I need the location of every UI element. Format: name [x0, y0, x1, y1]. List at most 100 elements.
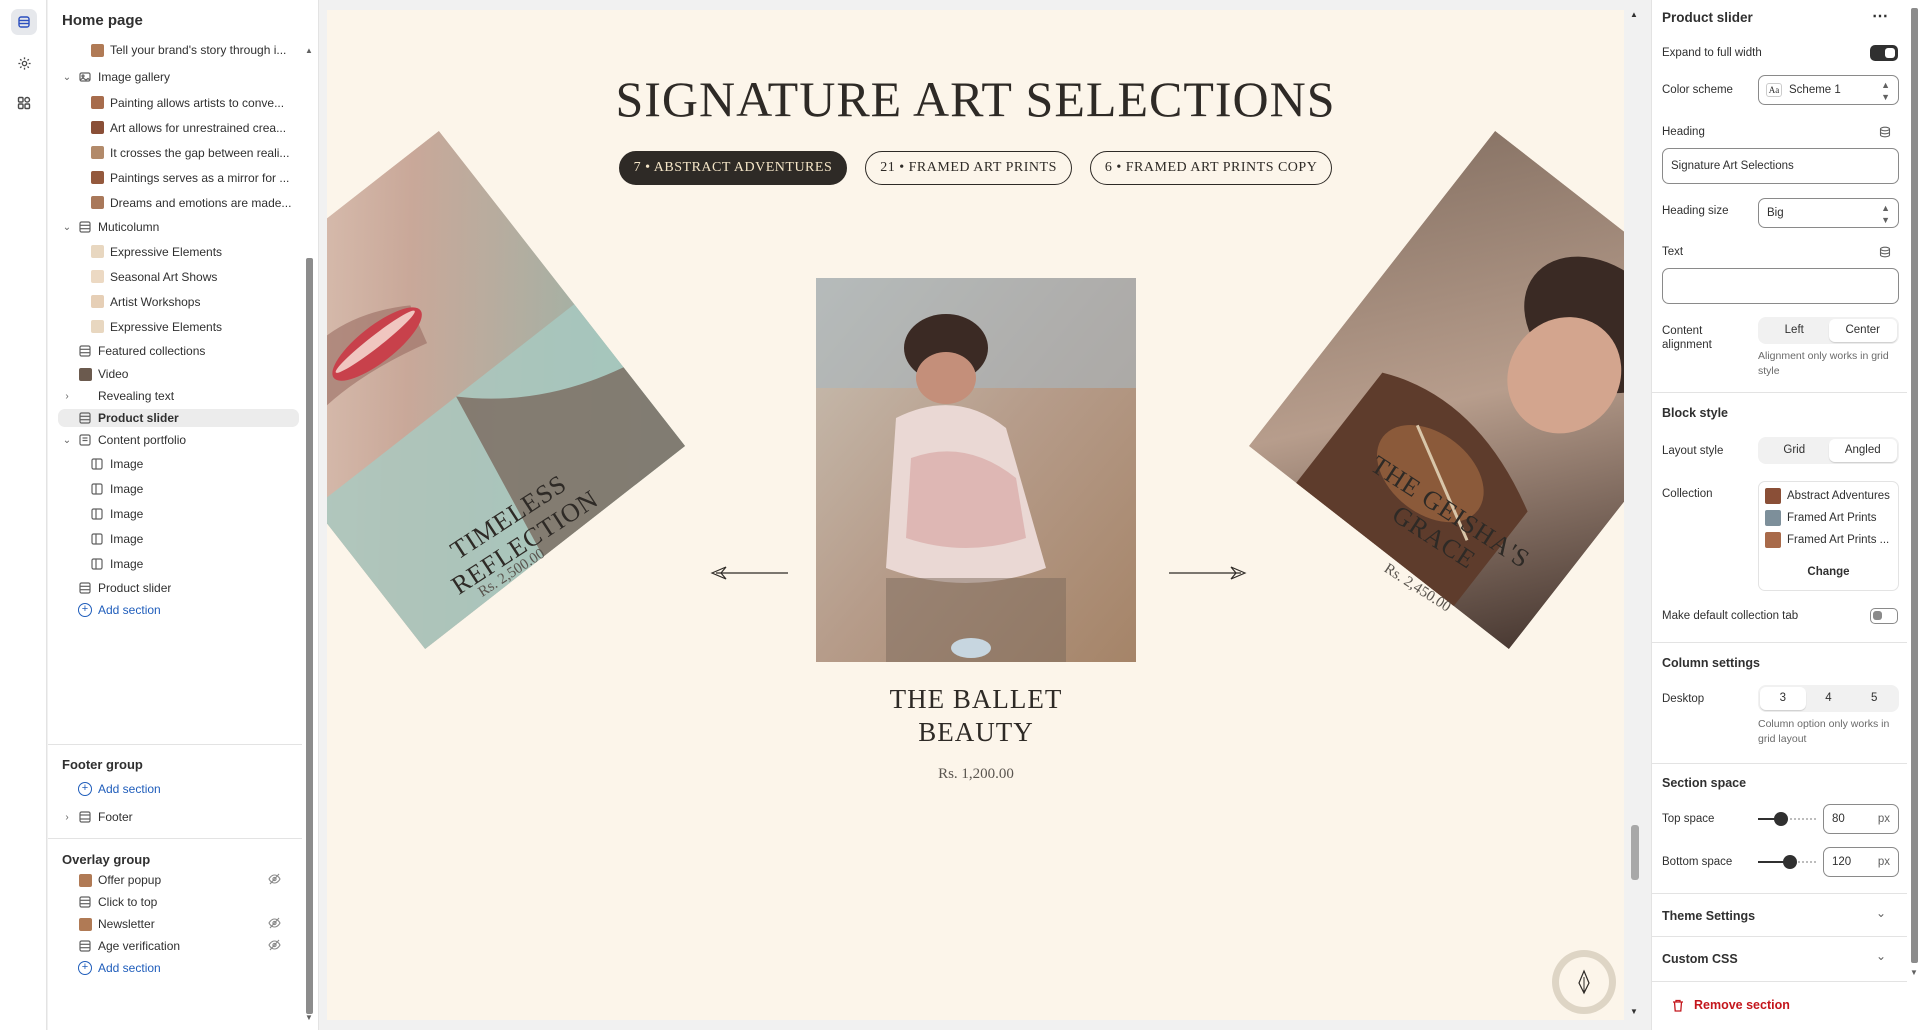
color-scheme-select[interactable]: Aa Scheme 1 ▲ ▼	[1758, 75, 1899, 105]
segment-option[interactable]: 4	[1806, 687, 1852, 710]
settings-gear-icon[interactable]	[11, 50, 37, 76]
segment-option[interactable]: Grid	[1760, 439, 1829, 462]
block-item[interactable]: Image	[48, 526, 302, 551]
overlay-item[interactable]: Offer popup	[48, 869, 302, 891]
scroll-thumb[interactable]	[306, 258, 313, 1014]
overlay-item[interactable]: Newsletter	[48, 913, 302, 935]
block-item[interactable]: Image	[48, 501, 302, 526]
collection-tab[interactable]: 21 • FRAMED ART PRINTS	[865, 151, 1072, 185]
block-item[interactable]: Image	[48, 551, 302, 576]
block-item[interactable]: Tell your brand's story through i...	[48, 36, 302, 64]
section-icon	[78, 411, 92, 425]
overlay-item[interactable]: Click to top	[48, 891, 302, 913]
center-product-title[interactable]: THE BALLET BEAUTY	[816, 683, 1136, 749]
segment-option[interactable]: 3	[1760, 687, 1806, 710]
chevron-right-icon[interactable]: ›	[62, 812, 72, 823]
image-block-icon	[90, 532, 104, 546]
add-section-button[interactable]: + Add section	[48, 599, 302, 621]
footer-section-item[interactable]: › Footer	[48, 802, 302, 832]
bottom-space-slider[interactable]	[1758, 854, 1816, 870]
remove-section-button[interactable]: Remove section	[1672, 998, 1790, 1012]
text-input[interactable]	[1662, 268, 1899, 304]
chevron-down-icon[interactable]: ⌄	[1876, 949, 1886, 963]
eye-off-icon[interactable]	[268, 873, 281, 888]
block-item[interactable]: Seasonal Art Shows	[48, 264, 302, 289]
block-item[interactable]: Image	[48, 476, 302, 501]
section-item[interactable]: Product slider	[48, 576, 302, 599]
segment-option[interactable]: 5	[1851, 687, 1897, 710]
block-item[interactable]: Image	[48, 451, 302, 476]
chevron-down-icon[interactable]: ⌄	[1876, 906, 1886, 920]
segment-option[interactable]: Center	[1828, 319, 1897, 342]
arrow-right-icon[interactable]	[1167, 565, 1247, 581]
collection-label: Collection	[1662, 488, 1713, 500]
section-item[interactable]: ⌄ Muticolumn	[48, 215, 302, 239]
scroll-up-icon[interactable]: ▲	[305, 46, 313, 55]
block-item[interactable]: Dreams and emotions are made...	[48, 190, 302, 215]
section-item[interactable]: › Revealing text	[48, 385, 302, 407]
dynamic-source-icon[interactable]	[1879, 246, 1891, 261]
footer-add-section-button[interactable]: + Add section	[48, 774, 302, 804]
top-space-slider[interactable]	[1758, 811, 1816, 827]
top-space-input[interactable]: 80 px	[1823, 804, 1899, 834]
apps-icon[interactable]	[11, 90, 37, 116]
scroll-up-icon[interactable]: ▲	[1630, 10, 1638, 19]
chevron-down-icon[interactable]: ⌄	[62, 222, 72, 233]
eye-off-icon[interactable]	[268, 939, 281, 954]
overlay-item[interactable]: Age verification	[48, 935, 302, 957]
segment-option[interactable]: Left	[1760, 319, 1829, 342]
left-scrollbar[interactable]: ▲ ▼	[304, 36, 314, 1030]
chevron-right-icon[interactable]: ›	[62, 391, 72, 402]
section-item[interactable]: Video	[48, 363, 302, 385]
change-collection-button[interactable]: Change	[1759, 566, 1898, 578]
custom-css-toggle[interactable]: Custom CSS	[1662, 952, 1738, 966]
dynamic-source-icon[interactable]	[1879, 126, 1891, 141]
eye-off-icon[interactable]	[268, 917, 281, 932]
settings-scrollbar[interactable]: ▼	[1907, 0, 1920, 1030]
heading-size-select[interactable]: Big ▲ ▼	[1758, 198, 1899, 228]
default-collection-tab-toggle[interactable]	[1870, 608, 1898, 624]
scroll-to-top-button[interactable]	[1552, 950, 1616, 1014]
section-item[interactable]: Featured collections	[48, 339, 302, 363]
chevron-down-icon[interactable]: ⌄	[62, 435, 72, 446]
more-options-icon[interactable]: ⋯	[1872, 6, 1889, 26]
segment-option[interactable]: Angled	[1828, 439, 1897, 462]
desktop-label: Desktop	[1662, 693, 1705, 705]
section-item[interactable]: ⌄ Content portfolio	[48, 429, 302, 451]
section-item[interactable]: ⌄ Image gallery	[48, 64, 302, 90]
alignment-hint: Alignment only works in grid style	[1758, 350, 1889, 377]
preview-scrollbar[interactable]: ▲ ▼	[1627, 10, 1641, 1020]
theme-settings-toggle[interactable]: Theme Settings	[1662, 909, 1755, 923]
scroll-thumb[interactable]	[1631, 825, 1639, 880]
section-tree: Tell your brand's story through i... ⌄ Ima…	[48, 36, 302, 621]
block-item[interactable]: Expressive Elements	[48, 239, 302, 264]
block-item[interactable]: Painting allows artists to conve...	[48, 90, 302, 115]
scroll-down-icon[interactable]: ▼	[1910, 968, 1918, 977]
thumbnail-icon	[90, 196, 104, 210]
block-item[interactable]: Expressive Elements	[48, 314, 302, 339]
chevron-down-icon[interactable]: ⌄	[62, 72, 72, 83]
block-item[interactable]: Paintings serves as a mirror for ...	[48, 165, 302, 190]
section-item[interactable]: Product slider	[48, 407, 302, 429]
right-product-image[interactable]	[1248, 130, 1624, 650]
block-item[interactable]: Art allows for unrestrained crea...	[48, 115, 302, 140]
sections-icon[interactable]	[11, 9, 37, 35]
collection-tab[interactable]: 6 • FRAMED ART PRINTS COPY	[1089, 151, 1333, 185]
block-item[interactable]: Artist Workshops	[48, 289, 302, 314]
heading-size-label: Heading size	[1662, 205, 1729, 217]
arrow-left-icon[interactable]	[710, 565, 790, 581]
heading-input[interactable]: Signature Art Selections	[1662, 148, 1899, 184]
trash-icon	[1673, 999, 1683, 1012]
scroll-thumb[interactable]	[1911, 8, 1918, 963]
expand-full-width-toggle[interactable]	[1870, 45, 1898, 61]
block-item[interactable]: It crosses the gap between reali...	[48, 140, 302, 165]
scroll-down-icon[interactable]: ▼	[1630, 1007, 1638, 1016]
center-product-image[interactable]	[816, 278, 1136, 662]
image-block-icon	[90, 507, 104, 521]
scroll-down-icon[interactable]: ▼	[305, 1013, 313, 1022]
overlay-add-section-button[interactable]: + Add section	[48, 957, 302, 979]
pen-nib-icon	[1578, 969, 1590, 995]
collection-tab[interactable]: 7 • ABSTRACT ADVENTURES	[618, 151, 848, 185]
section-icon	[78, 895, 92, 909]
bottom-space-input[interactable]: 120 px	[1823, 847, 1899, 877]
